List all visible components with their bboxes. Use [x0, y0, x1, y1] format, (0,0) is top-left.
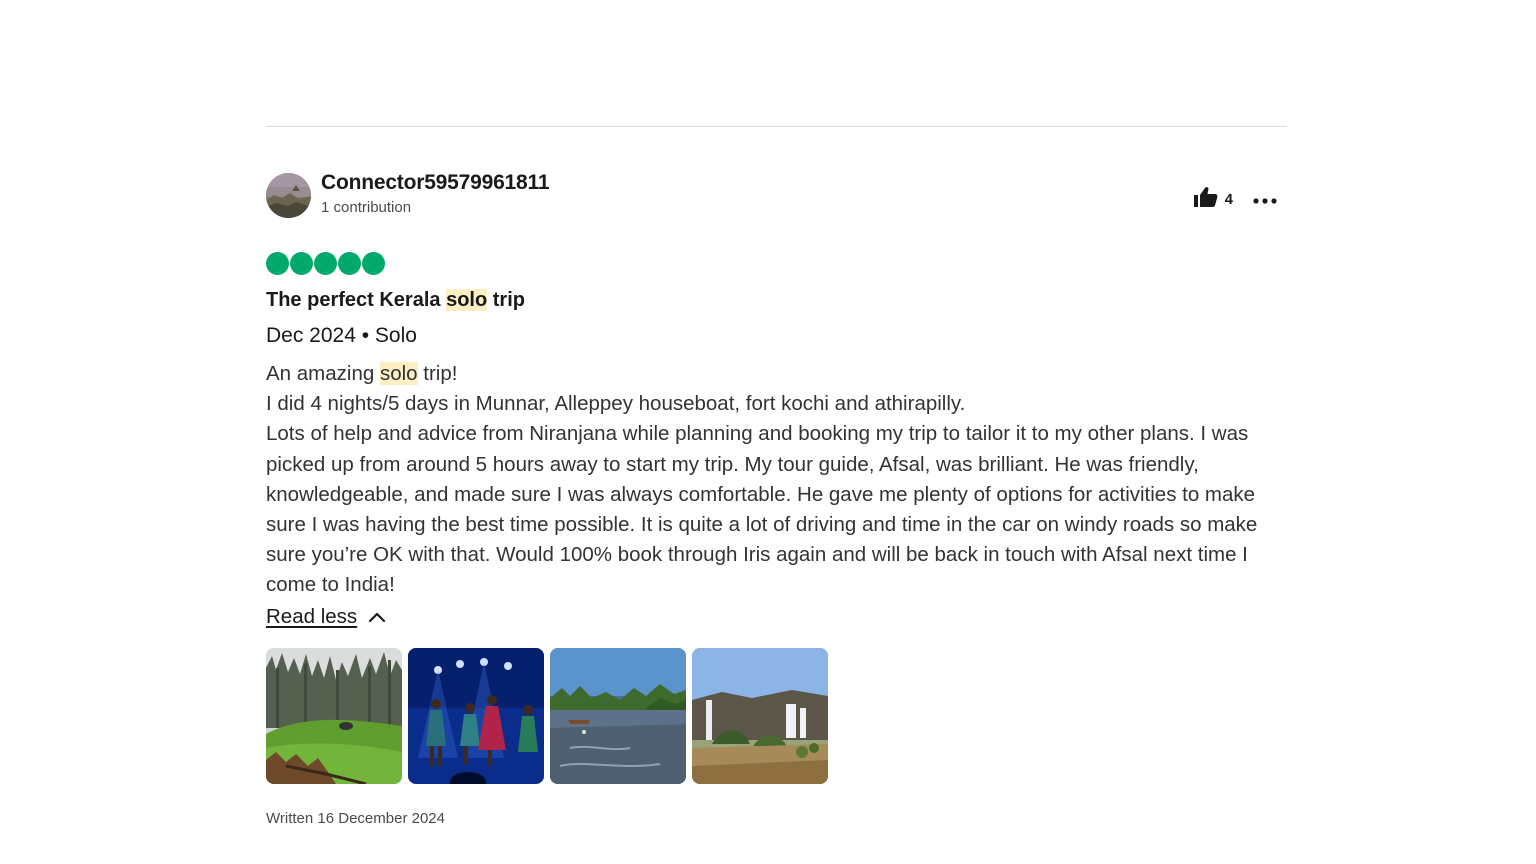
review-page: Connector59579961811 1 contribution 4 Th… — [0, 0, 1536, 864]
user-info: Connector59579961811 1 contribution — [321, 172, 550, 216]
rating-bubble — [338, 252, 361, 275]
written-date: Written 16 December 2024 — [266, 809, 445, 827]
read-less-label: Read less — [266, 604, 358, 628]
title-highlight: solo — [446, 289, 488, 311]
backwater-photo[interactable] — [550, 647, 686, 784]
thumbs-up-icon — [1193, 186, 1218, 213]
body-line-1-after: trip! — [417, 362, 458, 385]
review-card: Connector59579961811 1 contribution 4 Th… — [266, 172, 1287, 827]
avatar[interactable] — [266, 173, 311, 218]
title-text-before: The perfect Kerala — [266, 289, 447, 311]
helpful-count: 4 — [1224, 191, 1233, 208]
rating-bubble — [314, 252, 337, 275]
rating-bubbles — [266, 252, 1287, 276]
username[interactable]: Connector59579961811 — [321, 172, 550, 194]
rating-bubble — [290, 252, 313, 275]
body-line-2: I did 4 nights/5 days in Munnar, Alleppe… — [266, 392, 966, 416]
review-header: Connector59579961811 1 contribution 4 — [266, 172, 1287, 220]
read-less-button[interactable]: Read less — [266, 603, 386, 631]
review-body: An amazing solo trip! I did 4 nights/5 d… — [266, 359, 1287, 601]
body-line-1-before: An amazing — [266, 362, 380, 385]
rating-bubble — [266, 252, 289, 275]
divider — [266, 126, 1287, 127]
review-photos — [266, 647, 1287, 784]
waterfall-photo[interactable] — [692, 647, 828, 784]
chevron-up-icon — [368, 611, 386, 623]
trip-date-type: Dec 2024 • Solo — [266, 324, 417, 347]
dance-performance-photo[interactable] — [408, 647, 544, 784]
rating-bubble — [362, 252, 385, 275]
review-actions: 4 — [1193, 186, 1277, 213]
title-text-after: trip — [487, 289, 525, 311]
contribution-count: 1 contribution — [321, 199, 412, 216]
tea-hills-photo[interactable] — [266, 647, 402, 784]
body-line-1-highlight: solo — [379, 362, 418, 385]
review-title[interactable]: The perfect Kerala solo trip — [266, 287, 1287, 313]
more-options-button[interactable] — [1253, 191, 1277, 209]
more-options-icon — [1253, 191, 1277, 209]
body-paragraph: Lots of help and advice from Niranjana w… — [266, 422, 1258, 597]
body-line-1: An amazing solo trip! — [266, 359, 1287, 389]
helpful-vote-button[interactable]: 4 — [1193, 186, 1233, 213]
